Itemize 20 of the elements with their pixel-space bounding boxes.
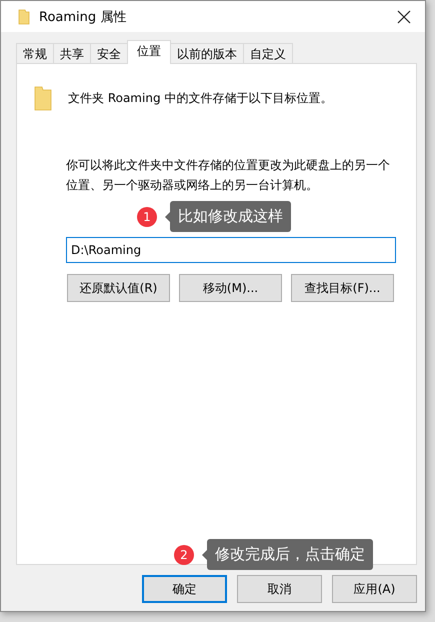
location-heading: 文件夹 Roaming 中的文件存储于以下目标位置。: [68, 90, 332, 106]
tab[interactable]: 常规: [16, 43, 54, 64]
tab[interactable]: 自定义: [243, 43, 293, 64]
action-button[interactable]: 还原默认值(R): [67, 274, 170, 302]
close-icon[interactable]: [397, 10, 411, 24]
action-button[interactable]: 移动(M)...: [179, 274, 282, 302]
step-number-badge: 1: [137, 206, 157, 226]
action-button[interactable]: 查找目标(F)...: [291, 274, 394, 302]
window-title: Roaming 属性: [39, 8, 128, 26]
tab[interactable]: 位置: [127, 40, 171, 64]
folder-icon: [34, 85, 52, 111]
annotation-tooltip: 修改完成后，点击确定: [207, 539, 373, 570]
step-number-badge: 2: [174, 544, 194, 564]
folder-icon: [18, 8, 30, 24]
dialog-button[interactable]: 取消: [237, 575, 322, 603]
path-field[interactable]: D:\Roaming: [66, 237, 396, 263]
location-description: 你可以将此文件夹中文件存储的位置更改为此硬盘上的另一个位置、另一个驱动器或网络上的另一台计算机。: [66, 157, 391, 194]
dialog-button[interactable]: 应用(A): [332, 575, 417, 603]
dialog-button[interactable]: 确定: [142, 575, 227, 603]
annotation-tooltip: 比如修改成这样: [170, 201, 291, 232]
